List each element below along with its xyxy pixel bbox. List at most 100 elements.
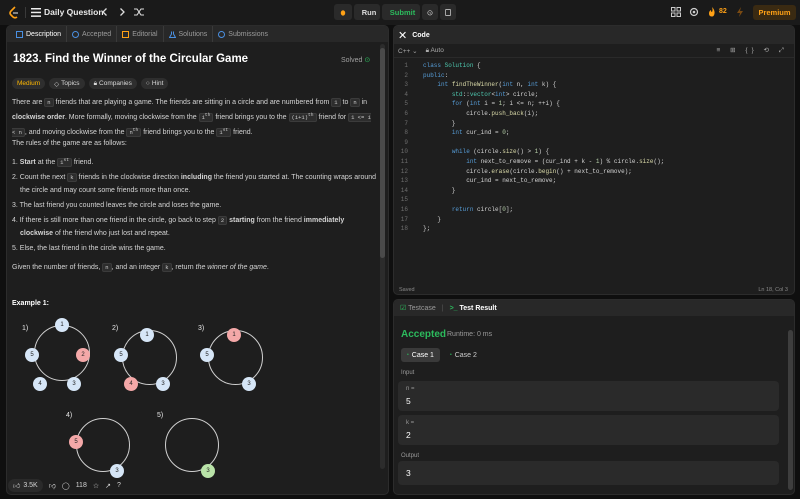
- streak-count: 82: [719, 8, 727, 15]
- input-label: Input: [401, 370, 415, 376]
- tab-label: Testcase: [408, 305, 436, 312]
- tab-accepted[interactable]: Accepted: [67, 26, 118, 42]
- tab-test-result[interactable]: >_ Test Result: [450, 305, 497, 312]
- line-number: 11: [400, 158, 408, 165]
- code-line[interactable]: 8 int cur_ind = 0;: [394, 129, 794, 138]
- like-button[interactable]: 👍︎ 3.5K: [8, 479, 43, 492]
- comment-icon[interactable]: ◯: [62, 482, 70, 490]
- code-text: return circle[0];: [451, 206, 514, 213]
- thumbs-down-icon[interactable]: 👎︎: [49, 481, 56, 490]
- scrollbar-thumb[interactable]: [380, 48, 385, 258]
- code-line[interactable]: 9: [394, 139, 794, 148]
- editor-tool-icons[interactable]: ≡ ⊞ {} ⟲ ⤢: [717, 46, 788, 55]
- runtime: Runtime: 0 ms: [447, 331, 493, 338]
- code-line[interactable]: 3 int findTheWinner(int n, int k) {: [394, 81, 794, 90]
- winner-node: 3: [201, 464, 215, 478]
- tab-label: Accepted: [82, 30, 112, 38]
- companies-chip[interactable]: 🔒︎ Companies: [88, 78, 137, 89]
- friend-node: 3: [242, 377, 256, 391]
- tab-submissions[interactable]: Submissions: [213, 26, 273, 42]
- notes-button[interactable]: [440, 4, 456, 20]
- tab-editorial[interactable]: Editorial: [117, 26, 164, 42]
- share-icon[interactable]: ↗: [105, 482, 111, 490]
- code-line[interactable]: 15: [394, 196, 794, 205]
- leetcode-logo[interactable]: [8, 6, 20, 19]
- layout-grid-icon[interactable]: [670, 6, 682, 18]
- n-input-box: n = 5: [398, 381, 779, 411]
- dot-icon: •: [449, 352, 452, 358]
- gear-icon[interactable]: [688, 6, 700, 18]
- result-scrollbar[interactable]: [788, 330, 793, 490]
- code-line[interactable]: 7 }: [394, 120, 794, 129]
- submit-label: Submit: [389, 7, 416, 17]
- tag-chips: Medium ◇ Topics 🔒︎ Companies ○ Hint: [12, 78, 169, 89]
- step-label: 1): [22, 325, 29, 332]
- line-number: 7: [404, 119, 408, 127]
- code-line[interactable]: 6 circle.push_back(i);: [394, 110, 794, 119]
- k-input-box: k = 2: [398, 415, 779, 445]
- problem-footer: 👍︎ 3.5K 👎︎ ◯ 118 ☆ ↗ ?: [8, 479, 121, 492]
- code-title: Code: [412, 31, 430, 39]
- line-number: 15: [400, 196, 408, 204]
- code-line[interactable]: 13 cur_ind = next_to_remove;: [394, 177, 794, 186]
- chevron-left-icon[interactable]: [99, 6, 111, 18]
- code-line[interactable]: 16 return circle[0];: [394, 206, 794, 215]
- code-line[interactable]: 14 }: [394, 187, 794, 196]
- line-number: 14: [400, 186, 408, 194]
- topics-chip[interactable]: ◇ Topics: [49, 78, 85, 89]
- code-line[interactable]: 17 }: [394, 216, 794, 225]
- code-text: while (circle.size() > 1) {: [451, 148, 550, 156]
- timer-button[interactable]: [422, 4, 438, 20]
- code-text: }: [423, 215, 442, 223]
- debug-button[interactable]: [334, 4, 352, 20]
- friend-node: 4: [124, 377, 138, 391]
- code-line[interactable]: 18};: [394, 225, 794, 234]
- code-line[interactable]: 12 circle.erase(circle.begin() + next_to…: [394, 168, 794, 177]
- code-line[interactable]: 11 int next_to_remove = (cur_ind + k - 1…: [394, 158, 794, 167]
- case-2-tab[interactable]: • Case 2: [444, 348, 483, 362]
- tab-solutions[interactable]: Solutions: [164, 26, 214, 42]
- line-number: 2: [404, 71, 408, 79]
- output-value: 3: [406, 468, 411, 478]
- case-1-tab[interactable]: • Case 1: [401, 348, 440, 362]
- output-box: 3: [398, 461, 779, 485]
- close-icon[interactable]: ✕: [398, 29, 407, 42]
- chip-label: Companies: [99, 80, 132, 87]
- step-label: 3): [198, 325, 205, 332]
- shuffle-icon[interactable]: [133, 6, 145, 18]
- submit-button[interactable]: Submit: [382, 4, 420, 20]
- friend-node: 3: [67, 377, 81, 391]
- code-editor[interactable]: 1 class Solution {2 public: 3 int findTheWi…: [394, 58, 794, 272]
- case-tabs: • Case 1 • Case 2: [401, 348, 483, 362]
- star-icon[interactable]: ☆: [93, 482, 99, 490]
- friend-node: 5: [114, 348, 128, 362]
- auto-toggle[interactable]: 🔒︎ Auto: [426, 47, 444, 55]
- code-text: circle.erase(circle.begin() + next_to_re…: [423, 167, 632, 175]
- line-number: 18: [400, 225, 408, 233]
- code-line[interactable]: 5 for (int i = 1; i <= n; ++i) {: [394, 100, 794, 109]
- code-text: int cur_ind = 0;: [451, 129, 510, 137]
- k-label: k =: [406, 420, 415, 426]
- history-icon: [218, 30, 226, 38]
- code-line[interactable]: 1 class Solution {: [394, 62, 794, 71]
- bug-icon: [340, 9, 346, 16]
- problem-list-icon[interactable]: [31, 8, 41, 17]
- code-text: }: [423, 119, 456, 127]
- code-line[interactable]: 10 while (circle.size() > 1) {: [394, 148, 794, 157]
- chevron-right-icon[interactable]: [116, 6, 128, 18]
- problem-title[interactable]: 1823. Find the Winner of the Circular Ga…: [13, 53, 248, 65]
- run-button[interactable]: Run: [354, 4, 380, 20]
- premium-button[interactable]: Premium: [753, 5, 796, 20]
- tab-testcase[interactable]: ☑ Testcase: [400, 304, 436, 312]
- help-icon[interactable]: ?: [117, 482, 121, 489]
- line-number: 1: [404, 62, 408, 69]
- code-header: ✕ Code: [394, 26, 794, 44]
- code-line[interactable]: 2 public:: [394, 72, 794, 81]
- tab-description[interactable]: Description: [11, 26, 68, 42]
- code-line[interactable]: 4 std::vector<int> circle;: [394, 91, 794, 100]
- language-select[interactable]: C++ ⌄: [398, 47, 418, 55]
- fire-streak-icon[interactable]: [706, 6, 718, 18]
- hint-chip[interactable]: ○ Hint: [140, 78, 169, 89]
- daily-question-link[interactable]: Daily Question: [44, 7, 104, 17]
- friend-node: 1: [55, 318, 69, 332]
